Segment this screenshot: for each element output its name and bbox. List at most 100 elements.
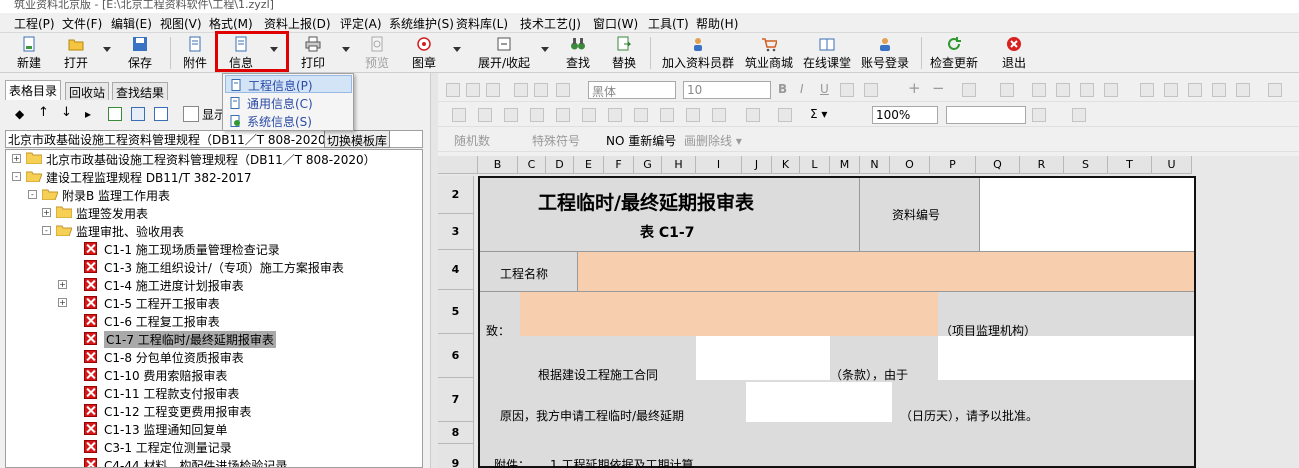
menu-tech[interactable]: 技术工艺(J) bbox=[520, 15, 581, 32]
column-header[interactable]: B bbox=[478, 156, 518, 174]
grid-icon[interactable] bbox=[1268, 83, 1282, 97]
preview-button[interactable]: 预览 bbox=[362, 35, 392, 71]
highlight-color-icon[interactable] bbox=[864, 83, 878, 97]
insert-row-icon[interactable] bbox=[504, 108, 518, 122]
collapse-toggle-icon[interactable]: - bbox=[28, 190, 37, 199]
open-dropdown-icon[interactable] bbox=[103, 47, 111, 52]
expand-toggle-icon[interactable]: + bbox=[58, 298, 67, 307]
copy-icon[interactable] bbox=[466, 83, 480, 97]
column-header[interactable]: M bbox=[830, 156, 860, 174]
reason-input[interactable] bbox=[938, 336, 1194, 380]
border-style-icon[interactable] bbox=[1032, 108, 1046, 122]
extension-days-input[interactable] bbox=[746, 382, 892, 422]
menu-library[interactable]: 资料库(L) bbox=[456, 15, 508, 32]
print-button[interactable]: 打印 bbox=[298, 35, 328, 71]
column-header[interactable]: U bbox=[1152, 156, 1192, 174]
zoom-select[interactable]: 100% bbox=[872, 106, 938, 124]
border-lines-icon[interactable] bbox=[1236, 83, 1250, 97]
decrease-icon[interactable]: − bbox=[932, 79, 945, 97]
tree-item-folder[interactable]: - 附录B 监理工作用表 bbox=[10, 186, 422, 204]
display-checkbox[interactable] bbox=[183, 106, 199, 122]
supervisor-org-input[interactable] bbox=[520, 292, 938, 336]
row-header[interactable]: 5 bbox=[438, 290, 474, 334]
tree-item-table[interactable]: C1-8 分包单位资质报审表 bbox=[10, 348, 422, 366]
tree-item-folder[interactable]: - 建设工程监理规程 DB11/T 382-2017 bbox=[10, 168, 422, 186]
tree-item-folder[interactable]: + 北京市政基础设施工程资料管理规程（DB11／T 808-2020） bbox=[10, 150, 422, 168]
tab-search-results[interactable]: 查找结果 bbox=[112, 82, 169, 100]
column-header[interactable]: J bbox=[742, 156, 772, 174]
column-header[interactable]: D bbox=[546, 156, 574, 174]
column-header[interactable]: O bbox=[890, 156, 930, 174]
split-cells-icon[interactable] bbox=[478, 108, 492, 122]
tree-item-table[interactable]: C1-6 工程复工报审表 bbox=[10, 312, 422, 330]
vertical-lines-icon[interactable] bbox=[1188, 83, 1202, 97]
delete-row-icon[interactable] bbox=[556, 108, 570, 122]
menu-window[interactable]: 窗口(W) bbox=[593, 15, 638, 32]
italic-button[interactable]: I bbox=[800, 82, 804, 96]
mall-button[interactable]: 筑业商城 bbox=[743, 35, 795, 71]
expand-toggle-icon[interactable]: + bbox=[12, 154, 21, 163]
column-header[interactable]: E bbox=[574, 156, 604, 174]
column-header[interactable]: I bbox=[696, 156, 742, 174]
superscript-icon[interactable] bbox=[962, 83, 976, 97]
outdent-icon[interactable] bbox=[660, 108, 674, 122]
renumber-button[interactable]: NO 重新编号 bbox=[606, 132, 676, 149]
column-lines-icon[interactable] bbox=[1212, 83, 1226, 97]
strikethrough-button[interactable]: 画删除线 ▾ bbox=[684, 132, 742, 149]
border-color-icon[interactable] bbox=[1072, 108, 1086, 122]
redo-icon[interactable] bbox=[534, 83, 548, 97]
expand-toggle-icon[interactable]: + bbox=[42, 208, 51, 217]
join-group-button[interactable]: 加入资料员群 bbox=[660, 35, 736, 71]
switch-template-button[interactable]: 切换模板库 bbox=[324, 130, 391, 148]
menu-view[interactable]: 视图(V) bbox=[160, 15, 202, 32]
row-header[interactable]: 4 bbox=[438, 250, 474, 290]
line-style-select[interactable] bbox=[946, 106, 1026, 124]
find-button[interactable]: 查找 bbox=[563, 35, 593, 71]
column-header[interactable]: G bbox=[634, 156, 662, 174]
column-header[interactable]: T bbox=[1108, 156, 1152, 174]
tree-item-table[interactable]: C4-44 材料、构配件进场检验记录 bbox=[10, 456, 422, 467]
row-header[interactable]: 8 bbox=[438, 422, 474, 444]
tree-item-folder[interactable]: - 监理审批、验收用表 bbox=[10, 222, 422, 240]
column-header[interactable]: F bbox=[604, 156, 634, 174]
delete-column-icon[interactable] bbox=[582, 108, 596, 122]
column-header[interactable]: P bbox=[930, 156, 976, 174]
random-number-button[interactable]: 随机数 bbox=[454, 132, 490, 149]
menu-evaluate[interactable]: 评定(A) bbox=[340, 15, 382, 32]
font-family-select[interactable]: 黑体 bbox=[588, 81, 676, 99]
column-header[interactable]: Q bbox=[976, 156, 1020, 174]
tree-item-table[interactable]: C3-1 工程定位测量记录 bbox=[10, 438, 422, 456]
menu-system[interactable]: 系统维护(S) bbox=[389, 15, 454, 32]
expand-dropdown-icon[interactable] bbox=[541, 47, 549, 52]
special-symbol-button[interactable]: 特殊符号 bbox=[532, 132, 580, 149]
tree-item-table[interactable]: C1-12 工程变更费用报审表 bbox=[10, 402, 422, 420]
collapse-toggle-icon[interactable]: - bbox=[12, 172, 21, 181]
print-dropdown-icon[interactable] bbox=[342, 47, 350, 52]
menu-file[interactable]: 文件(F) bbox=[62, 15, 102, 32]
row-header[interactable]: 6 bbox=[438, 334, 474, 378]
save-button[interactable]: 保存 bbox=[125, 35, 155, 71]
text-color-icon[interactable] bbox=[840, 83, 854, 97]
cut-icon[interactable] bbox=[446, 83, 460, 97]
doc-number-input[interactable] bbox=[980, 178, 1194, 252]
chart-icon[interactable] bbox=[778, 108, 792, 122]
underline-button[interactable]: U bbox=[820, 82, 829, 96]
online-class-button[interactable]: 在线课堂 bbox=[801, 35, 853, 71]
line-spacing-icon[interactable] bbox=[1164, 83, 1178, 97]
exit-button[interactable]: 退出 bbox=[999, 35, 1029, 71]
stamp-dropdown-icon[interactable] bbox=[453, 47, 461, 52]
menu-item-system-info[interactable]: 系统信息(S) bbox=[225, 112, 352, 130]
stamp-button[interactable]: 图章 bbox=[409, 35, 439, 71]
sheet-list-icon[interactable] bbox=[154, 107, 168, 121]
tab-table-catalog[interactable]: 表格目录 bbox=[5, 80, 62, 100]
row-header[interactable]: 2 bbox=[438, 176, 474, 214]
increase-icon[interactable]: + bbox=[908, 79, 921, 97]
tree-item-table[interactable]: C1-7 工程临时/最终延期报审表 bbox=[10, 330, 422, 348]
sum-icon[interactable]: Σ ▾ bbox=[810, 107, 827, 121]
tree-item-table[interactable]: C1-1 施工现场质量管理检查记录 bbox=[10, 240, 422, 258]
column-header[interactable]: R bbox=[1020, 156, 1064, 174]
row-header[interactable]: 9 bbox=[438, 444, 474, 468]
column-header[interactable]: L bbox=[800, 156, 830, 174]
expand-collapse-button[interactable]: 展开/收起 bbox=[475, 35, 533, 71]
collapse-toggle-icon[interactable]: - bbox=[42, 226, 51, 235]
